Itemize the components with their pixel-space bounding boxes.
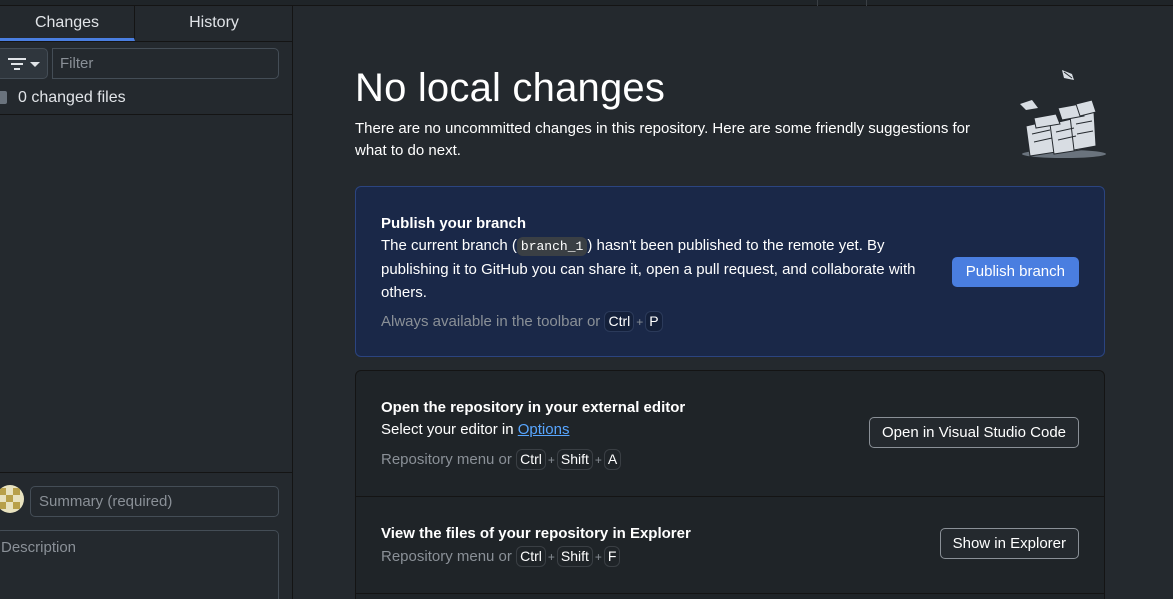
- publish-shortcut-hint: Always available in the toolbar or Ctrl +…: [381, 311, 663, 332]
- key-a: A: [603, 449, 622, 470]
- sidebar: Changes History 0 changed files: [0, 6, 293, 599]
- editor-heading: Open the repository in your external edi…: [381, 399, 686, 416]
- branch-name: branch_1: [516, 237, 588, 256]
- suggestions-card: Open the repository in your external edi…: [355, 370, 1105, 599]
- editor-description: Select your editor in Options: [381, 418, 569, 441]
- publish-description: The current branch (branch_1) hasn't bee…: [381, 234, 921, 304]
- hint-prefix: Repository menu or: [381, 451, 512, 468]
- filter-options-button[interactable]: [0, 48, 48, 79]
- tab-changes[interactable]: Changes: [0, 6, 135, 41]
- publish-branch-card: Publish your branch The current branch (…: [355, 186, 1105, 357]
- changed-files-count: 0 changed files: [18, 89, 126, 106]
- key-p: P: [645, 311, 663, 332]
- select-all-checkbox[interactable]: [0, 91, 7, 104]
- explorer-shortcut-hint: Repository menu or Ctrl + Shift + F: [381, 546, 621, 567]
- open-editor-section: Open the repository in your external edi…: [356, 371, 1104, 496]
- hint-prefix: Repository menu or: [381, 548, 512, 565]
- sidebar-tabs: Changes History: [0, 6, 292, 42]
- chevron-down-icon: [30, 62, 40, 67]
- key-shift: Shift: [556, 546, 593, 567]
- empty-state-illustration: [1020, 70, 1106, 158]
- show-explorer-section: View the files of your repository in Exp…: [356, 496, 1104, 593]
- key-ctrl: Ctrl: [604, 311, 635, 332]
- open-in-vscode-button[interactable]: Open in Visual Studio Code: [868, 417, 1079, 448]
- next-suggestion-section: [356, 593, 1104, 599]
- hint-prefix: Always available in the toolbar or: [381, 313, 601, 330]
- avatar: [0, 485, 24, 513]
- show-in-explorer-button[interactable]: Show in Explorer: [939, 528, 1079, 559]
- explorer-heading: View the files of your repository in Exp…: [381, 525, 691, 542]
- summary-input[interactable]: [30, 486, 279, 517]
- publish-branch-button[interactable]: Publish branch: [951, 257, 1079, 287]
- key-f: F: [603, 546, 621, 567]
- main-panel: No local changes There are no uncommitte…: [294, 6, 1173, 599]
- tab-history[interactable]: History: [136, 6, 292, 41]
- key-plus: +: [594, 550, 602, 564]
- commit-area: [0, 472, 292, 599]
- page-title: No local changes: [355, 66, 666, 110]
- key-shift: Shift: [556, 449, 593, 470]
- page-subtitle: There are no uncommitted changes in this…: [355, 120, 971, 159]
- publish-text-before: The current branch (: [381, 237, 517, 254]
- key-ctrl: Ctrl: [516, 546, 546, 567]
- changed-files-header: 0 changed files: [0, 86, 292, 115]
- key-plus: +: [547, 453, 555, 467]
- filter-row: [0, 48, 280, 79]
- key-ctrl: Ctrl: [516, 449, 546, 470]
- key-plus: +: [547, 550, 555, 564]
- filter-input[interactable]: [52, 48, 279, 79]
- key-plus: +: [636, 315, 644, 329]
- filter-icon: [7, 58, 27, 73]
- editor-shortcut-hint: Repository menu or Ctrl + Shift + A: [381, 449, 622, 470]
- key-plus: +: [594, 453, 602, 467]
- editor-text: Select your editor in: [381, 421, 514, 438]
- options-link[interactable]: Options: [518, 421, 570, 438]
- description-input[interactable]: [0, 530, 279, 599]
- publish-heading: Publish your branch: [381, 215, 527, 232]
